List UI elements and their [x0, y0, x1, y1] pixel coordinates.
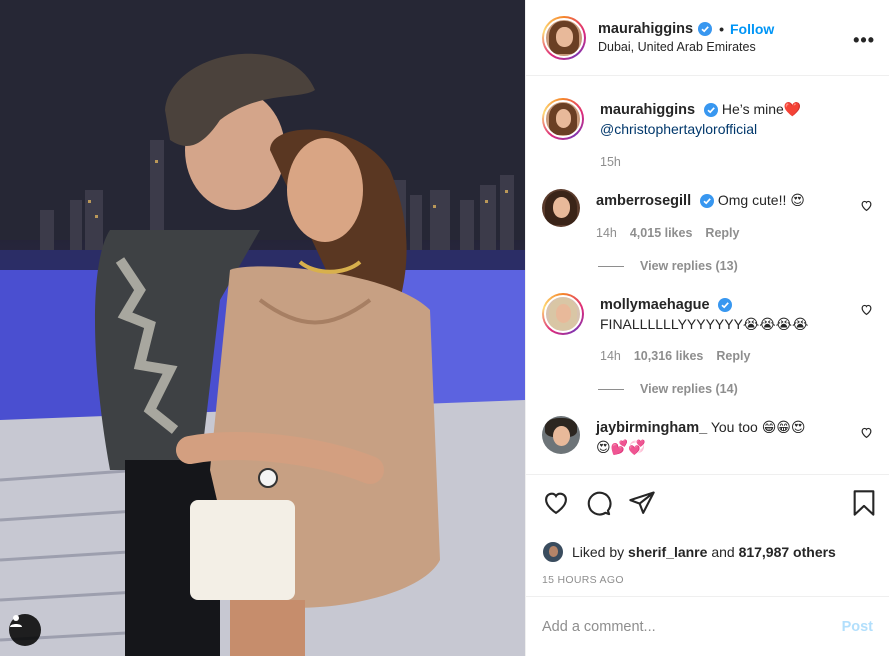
- comment-text: FINALLLLLLYYYYYYY😭😭😭😭: [600, 316, 809, 332]
- comment-heart-icon[interactable]: [860, 303, 873, 316]
- likes-prefix: Liked by: [572, 544, 625, 560]
- verified-icon: [698, 22, 713, 36]
- verified-icon: [699, 194, 714, 209]
- user-tag-icon: [10, 615, 22, 627]
- liker-username[interactable]: sherif_lanre: [628, 544, 707, 560]
- comment-item: jaybirmingham_ You too 😁😁😍 😍💕💞: [542, 416, 873, 457]
- comment-heart-icon[interactable]: [860, 426, 873, 439]
- caption-text: He’s mine❤️: [721, 101, 802, 117]
- replies-line: [598, 265, 624, 267]
- view-replies-label: View replies (13): [640, 259, 738, 273]
- bookmark-icon[interactable]: [851, 489, 877, 517]
- reply-button[interactable]: Reply: [705, 224, 739, 243]
- post-photo[interactable]: [0, 0, 525, 656]
- verified-icon: [703, 103, 718, 118]
- post-comment-button[interactable]: Post: [842, 619, 873, 635]
- commenter-avatar[interactable]: [542, 293, 584, 335]
- comment-icon[interactable]: [584, 489, 612, 517]
- more-options-icon[interactable]: •••: [853, 30, 875, 51]
- replies-line: [598, 388, 624, 390]
- commenter-avatar[interactable]: [542, 189, 580, 227]
- instagram-post: maurahiggins • Follow Dubai, United Arab…: [0, 0, 889, 656]
- comment-username[interactable]: mollymaehague: [600, 297, 710, 313]
- comment-item: amberrosegill Omg cute!! 😍 14h 4,015 lik…: [542, 189, 873, 243]
- verified-icon: [718, 298, 733, 313]
- comment-text: Omg cute!! 😍: [717, 192, 805, 208]
- post-side-panel: maurahiggins • Follow Dubai, United Arab…: [525, 0, 889, 656]
- liker-avatar[interactable]: [542, 541, 564, 563]
- comment-username[interactable]: amberrosegill: [596, 193, 691, 209]
- likes-summary: Liked by sherif_lanre and 817,987 others: [526, 538, 889, 566]
- caption-mention[interactable]: @christophertaylorofficial: [600, 121, 757, 137]
- comment-time[interactable]: 14h: [600, 347, 621, 366]
- comment-likes[interactable]: 4,015 likes: [630, 224, 693, 243]
- post-header: maurahiggins • Follow Dubai, United Arab…: [526, 0, 889, 76]
- photo-illustration: [0, 0, 525, 656]
- commenter-avatar[interactable]: [542, 416, 580, 454]
- caption-username[interactable]: maurahiggins: [600, 102, 695, 118]
- comments-list[interactable]: maurahiggins He’s mine❤️ @christophertay…: [526, 76, 889, 474]
- author-username[interactable]: maurahiggins: [598, 21, 693, 37]
- heart-icon[interactable]: [542, 489, 570, 517]
- view-replies-label: View replies (14): [640, 382, 738, 396]
- reply-button[interactable]: Reply: [716, 347, 750, 366]
- comment-likes[interactable]: 10,316 likes: [634, 347, 704, 366]
- comment-text: You too 😁😁😍: [710, 419, 806, 435]
- separator-dot: •: [719, 21, 724, 37]
- post-location[interactable]: Dubai, United Arab Emirates: [598, 40, 774, 54]
- caption: maurahiggins He’s mine❤️ @christophertay…: [542, 98, 873, 172]
- likes-others-link[interactable]: 817,987 others: [739, 544, 836, 560]
- action-bar: [526, 474, 889, 538]
- comment-heart-icon[interactable]: [860, 199, 873, 212]
- comment-time[interactable]: 14h: [596, 224, 617, 243]
- comment-text-continued: 😍💕💞: [596, 439, 646, 455]
- follow-button[interactable]: Follow: [730, 21, 774, 37]
- author-avatar-small[interactable]: [542, 98, 584, 140]
- view-replies-button[interactable]: View replies (14): [598, 382, 873, 396]
- likes-and: and: [711, 544, 735, 560]
- post-timestamp[interactable]: 15 HOURS AGO: [526, 566, 889, 596]
- comment-input[interactable]: [542, 618, 842, 635]
- add-comment-bar: Post: [526, 596, 889, 656]
- author-avatar[interactable]: [542, 15, 586, 60]
- caption-time[interactable]: 15h: [600, 153, 621, 172]
- comment-item: mollymaehague FINALLLLLLYYYYYYY😭😭😭😭 14h …: [542, 293, 873, 366]
- user-tag-button[interactable]: [9, 614, 41, 646]
- comment-username[interactable]: jaybirmingham_: [596, 420, 707, 436]
- view-replies-button[interactable]: View replies (13): [598, 259, 873, 273]
- share-icon[interactable]: [628, 489, 656, 517]
